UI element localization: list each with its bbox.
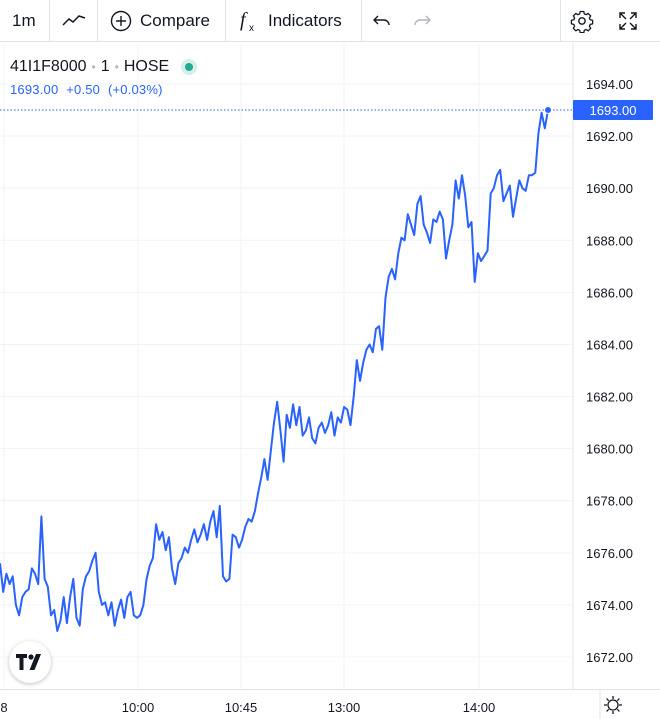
tradingview-logo[interactable] [9, 641, 51, 683]
redo-icon [414, 15, 431, 25]
compare-button[interactable]: Compare [98, 0, 226, 42]
redo-button[interactable] [402, 0, 442, 42]
price-tick-label: 1684.00 [586, 337, 633, 352]
time-tick-label: 8 [0, 700, 7, 715]
time-axis[interactable]: 8 10:00 10:45 13:00 14:00 [0, 700, 495, 715]
price-chart[interactable]: 1694.00 1692.00 1690.00 1688.00 1686.00 1684.… [0, 43, 660, 719]
price-tick-label: 1690.00 [586, 181, 633, 196]
market-status-dot[interactable] [185, 63, 194, 71]
price-tick-label: 1694.00 [586, 77, 633, 92]
undo-icon [373, 15, 390, 25]
symbol-name: 41I1F8000 [10, 58, 87, 75]
price-tick-label: 1672.00 [586, 650, 633, 665]
price-tick-label: 1688.00 [586, 233, 633, 248]
last-price: 1693.00 [10, 82, 59, 97]
price-tick-label: 1674.00 [586, 598, 633, 613]
price-tick-label: 1676.00 [586, 546, 633, 561]
last-price-tag: 1693.00 [573, 100, 653, 121]
price-tick-label: 1680.00 [586, 442, 633, 457]
last-price-point [544, 106, 552, 115]
price-tick-label: 1682.00 [586, 390, 633, 405]
time-tick-label: 14:00 [463, 700, 496, 715]
fullscreen-button[interactable] [604, 0, 652, 42]
chart-grid [0, 45, 573, 689]
indicators-label: Indicators [268, 10, 342, 30]
price-tick-label: 1692.00 [586, 129, 633, 144]
svg-text:f: f [240, 9, 248, 31]
price-tick-label: 1678.00 [586, 494, 633, 509]
chart-style-button[interactable] [50, 0, 98, 42]
price-tick-label: 1686.00 [586, 285, 633, 300]
function-icon: fx [238, 9, 260, 33]
line-chart-icon [61, 14, 85, 26]
svg-text:x: x [249, 23, 254, 33]
timezone-sun-icon[interactable] [604, 696, 622, 714]
tradingview-logo-icon [16, 654, 41, 670]
price-axis[interactable]: 1694.00 1692.00 1690.00 1688.00 1686.00 1684.… [586, 77, 633, 665]
legend-separator: • [114, 60, 119, 74]
gear-icon [570, 10, 594, 33]
time-tick-label: 10:45 [225, 700, 258, 715]
price-change-percent: (+0.03%) [107, 82, 163, 97]
time-tick-label: 13:00 [328, 700, 361, 715]
settings-button[interactable] [560, 0, 603, 42]
undo-button[interactable] [362, 0, 402, 42]
last-price-tag-label: 1693.00 [590, 103, 637, 118]
plus-circle-icon [110, 10, 132, 32]
series-legend[interactable]: 41I1F8000 • 1 • HOSE 1693.00 +0.50 (+0.0… [10, 58, 194, 97]
time-tick-label: 10:00 [122, 700, 155, 715]
top-toolbar: 1m Compare fx Indicators [0, 0, 660, 42]
interval-button[interactable]: 1m [0, 0, 50, 42]
indicators-button[interactable]: fx Indicators [226, 0, 362, 42]
price-change: +0.50 [66, 82, 101, 97]
legend-interval: 1 [100, 58, 110, 75]
legend-separator: • [91, 60, 96, 74]
exchange-name: HOSE [123, 58, 170, 75]
compare-label: Compare [140, 10, 210, 30]
interval-label: 1m [12, 10, 36, 30]
fullscreen-icon [619, 12, 637, 30]
